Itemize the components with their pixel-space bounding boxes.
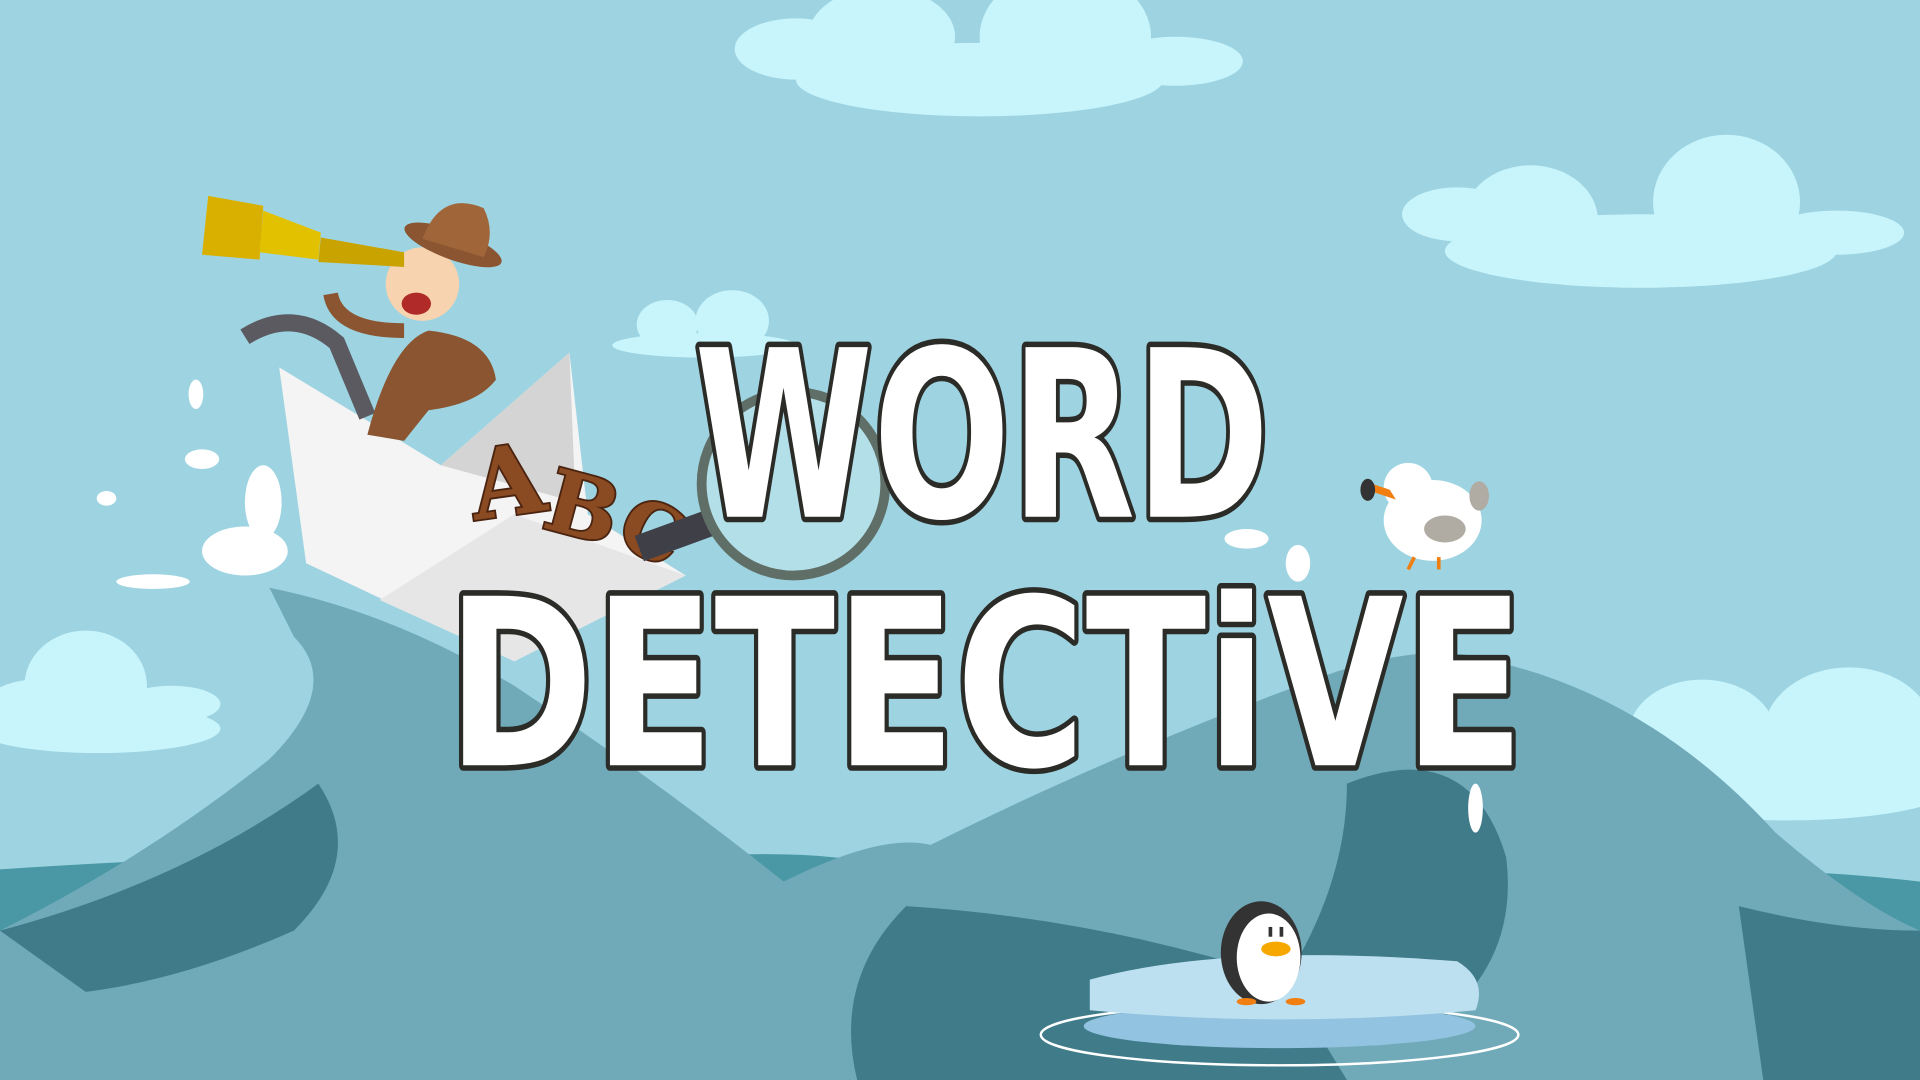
title-line-word: WORD [694,301,1270,572]
title-screen: A B C [0,0,1920,1080]
title-line-detective: DETECTiVE [447,549,1525,820]
